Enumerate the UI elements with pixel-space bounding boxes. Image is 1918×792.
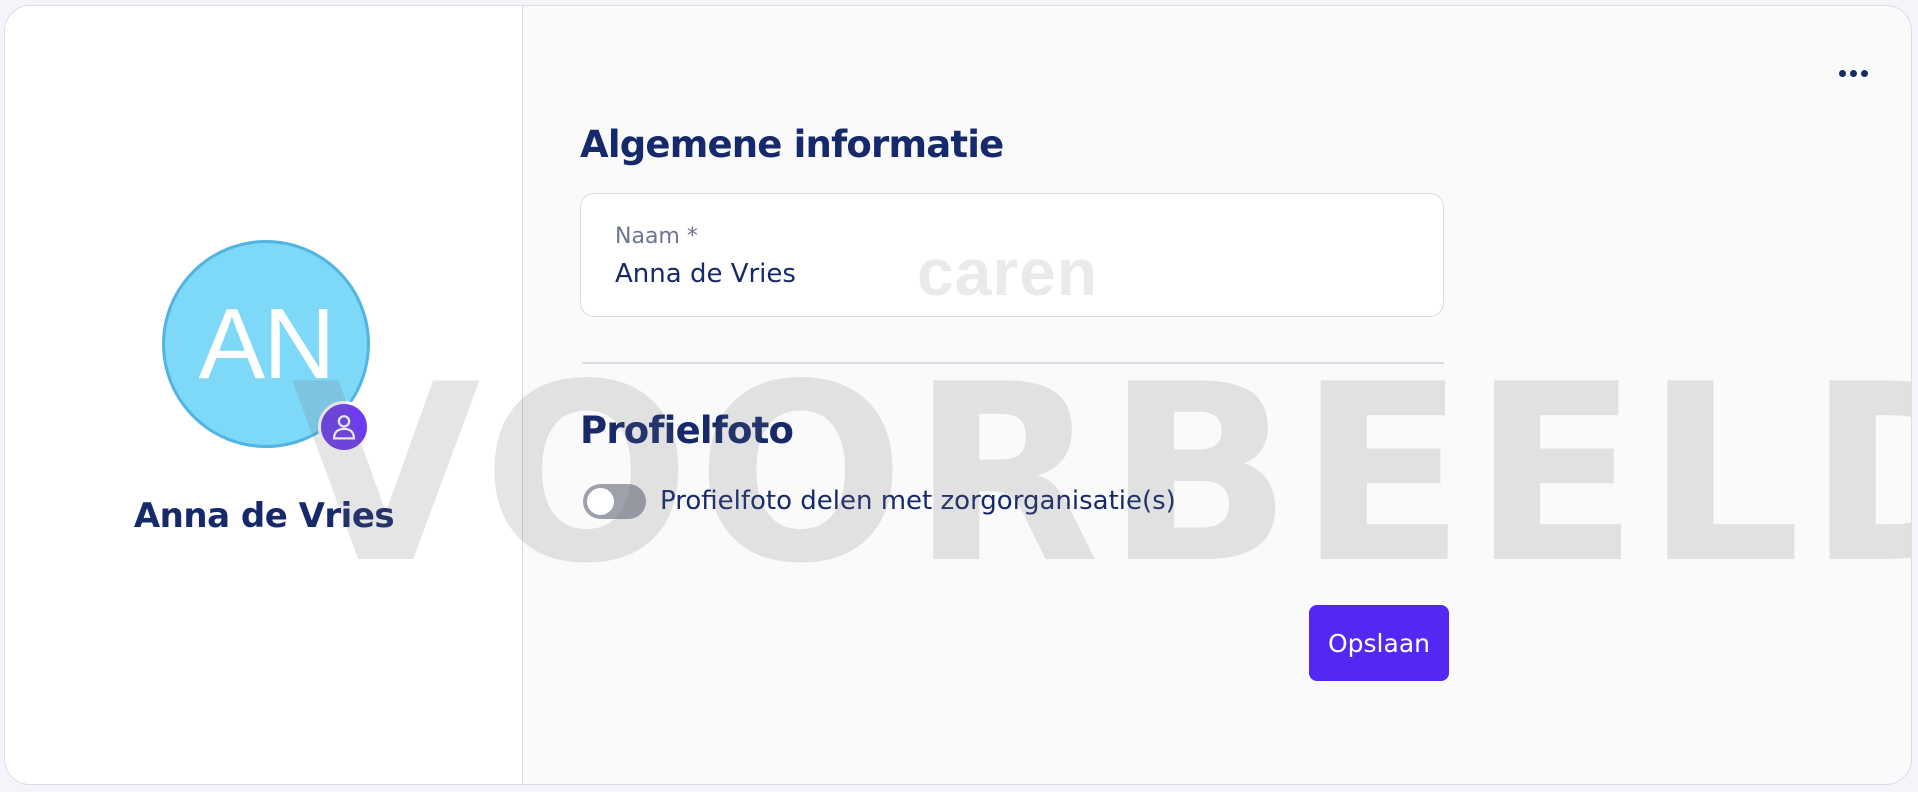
- name-input[interactable]: [615, 259, 1395, 289]
- user-icon: [318, 401, 370, 453]
- avatar-initials: AN: [198, 288, 336, 400]
- name-field[interactable]: Naam * caren: [580, 193, 1444, 317]
- toggle-knob: [587, 488, 614, 515]
- profile-photo-title: Profielfoto: [580, 409, 794, 452]
- profile-summary-panel: AN Anna de Vries: [5, 6, 523, 784]
- more-horizontal-icon-dot: [1860, 69, 1868, 77]
- more-horizontal-icon: [1838, 69, 1846, 77]
- more-horizontal-icon-dot: [1849, 69, 1857, 77]
- save-button[interactable]: Opslaan: [1309, 605, 1449, 681]
- section-divider: [582, 362, 1444, 364]
- more-options-button[interactable]: [1831, 58, 1875, 88]
- share-photo-toggle[interactable]: [583, 484, 646, 519]
- profile-name: Anna de Vries: [133, 496, 395, 536]
- general-info-title: Algemene informatie: [580, 123, 1004, 166]
- example-watermark: VOORBEELD: [291, 332, 1912, 617]
- share-photo-toggle-label[interactable]: Profielfoto delen met zorgorganisatie(s): [660, 484, 1176, 519]
- name-field-label: Naam *: [615, 224, 698, 249]
- profile-card: AN Anna de Vries Algemene informatie Naa…: [4, 5, 1912, 785]
